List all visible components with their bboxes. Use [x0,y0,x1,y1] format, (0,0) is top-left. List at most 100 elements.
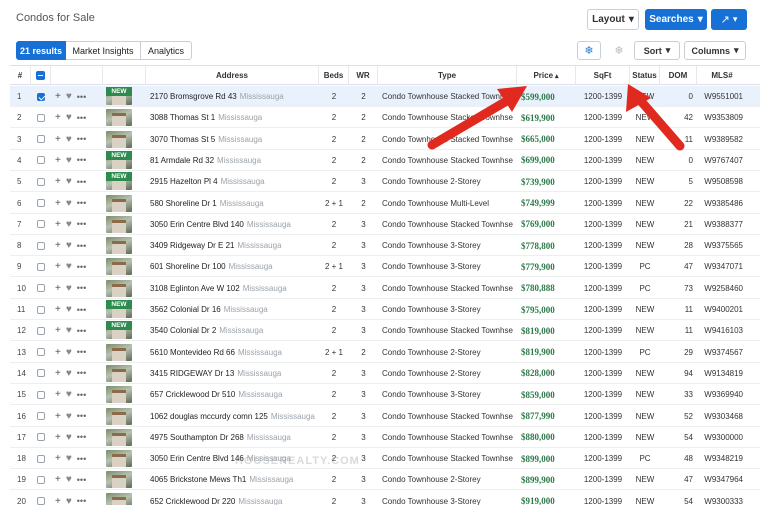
heart-icon[interactable]: ♥ [66,304,72,315]
address-cell[interactable]: 5610 Montevideo Rd 66 Mississauga [150,342,319,363]
table-row[interactable]: 19 + ♥ ••• 4065 Brickstone Mews Th1 Mississau… [10,469,760,491]
address-text[interactable]: 1062 douglas mccurdy comn 125 [150,412,268,421]
mls-cell[interactable]: W9374567 [697,342,747,363]
add-icon[interactable]: + [55,496,61,505]
table-row[interactable]: 12 + ♥ ••• NEW 3540 Colonial Dr 2 Mississauga 2… [10,320,760,342]
row-select-cell[interactable] [31,320,51,341]
address-cell[interactable]: 3409 Ridgeway Dr E 21 Mississauga [150,235,319,256]
col-header-num[interactable]: # [10,66,31,85]
table-row[interactable]: 10 + ♥ ••• 3108 Eglinton Ave W 102 Mississaug… [10,277,760,299]
address-text[interactable]: 2915 Hazelton Pl 4 [150,177,218,186]
add-icon[interactable]: + [55,261,61,272]
address-text[interactable]: 601 Shoreline Dr 100 [150,262,226,271]
more-options-icon[interactable]: ••• [77,432,86,442]
more-options-icon[interactable]: ••• [77,113,86,123]
address-text[interactable]: 3562 Colonial Dr 16 [150,305,221,314]
sort-button[interactable]: Sort ▾ [634,41,680,60]
listing-photo[interactable] [106,215,132,233]
mls-cell[interactable]: W9508598 [697,171,747,192]
add-icon[interactable]: + [55,368,61,379]
add-icon[interactable]: + [55,198,61,209]
col-header-price[interactable]: Price ▴ [517,66,576,85]
heart-icon[interactable]: ♥ [66,325,72,336]
mls-cell[interactable]: W9551001 [697,86,747,107]
mls-cell[interactable]: W9300000 [697,427,747,448]
address-text[interactable]: 580 Shoreline Dr 1 [150,199,217,208]
mls-cell[interactable]: W9300333 [697,491,747,505]
heart-icon[interactable]: ♥ [66,368,72,379]
heart-icon[interactable]: ♥ [66,496,72,505]
mls-cell[interactable]: W9767407 [697,150,747,171]
add-icon[interactable]: + [55,219,61,230]
mls-cell[interactable]: W9303468 [697,406,747,427]
row-checkbox[interactable] [37,135,45,144]
row-checkbox[interactable] [37,348,45,357]
col-header-dom[interactable]: DOM [660,66,697,85]
table-row[interactable]: 9 + ♥ ••• 601 Shoreline Dr 100 Mississauga 2 +… [10,256,760,278]
heart-icon[interactable]: ♥ [66,411,72,422]
mls-cell[interactable]: W9353809 [697,107,747,128]
listing-photo[interactable] [106,130,132,148]
row-select-cell[interactable] [31,406,51,427]
unfreeze-button[interactable]: ❄ [607,41,631,60]
table-row[interactable]: 18 + ♥ ••• 3050 Erin Centre Blvd 146 Mississa… [10,448,760,470]
row-checkbox[interactable] [37,92,45,101]
address-cell[interactable]: 81 Armdale Rd 32 Mississauga [150,150,319,171]
row-checkbox[interactable] [37,305,45,314]
address-cell[interactable]: 1062 douglas mccurdy comn 125 Mississauga [150,406,319,427]
address-cell[interactable]: 2915 Hazelton Pl 4 Mississauga [150,171,319,192]
tab-analytics[interactable]: Analytics [141,41,192,60]
table-row[interactable]: 2 + ♥ ••• 3088 Thomas St 1 Mississauga 2 2 Condo… [10,107,760,129]
heart-icon[interactable]: ♥ [66,432,72,443]
row-checkbox[interactable] [37,412,45,420]
row-checkbox[interactable] [37,326,45,335]
address-text[interactable]: 3540 Colonial Dr 2 [150,326,216,335]
row-select-cell[interactable] [31,171,51,192]
address-cell[interactable]: 2170 Bromsgrove Rd 43 Mississauga [150,86,319,107]
row-checkbox[interactable] [37,390,45,399]
row-checkbox[interactable] [37,475,45,484]
address-cell[interactable]: 3562 Colonial Dr 16 Mississauga [150,299,319,320]
share-button[interactable]: ↗ ▾ [711,9,747,30]
address-text[interactable]: 657 Cricklewood Dr 510 [150,390,235,399]
address-cell[interactable]: 3088 Thomas St 1 Mississauga [150,107,319,128]
add-icon[interactable]: + [55,389,61,400]
add-icon[interactable]: + [55,283,61,294]
row-select-cell[interactable] [31,256,51,277]
listing-photo[interactable] [106,428,132,446]
listing-photo[interactable] [106,386,132,404]
row-select-cell[interactable] [31,235,51,256]
heart-icon[interactable]: ♥ [66,347,72,358]
table-row[interactable]: 6 + ♥ ••• 580 Shoreline Dr 1 Mississauga 2 + 1… [10,192,760,214]
address-text[interactable]: 4975 Southampton Dr 268 [150,433,244,442]
table-row[interactable]: 17 + ♥ ••• 4975 Southampton Dr 268 Mississaug… [10,426,760,448]
row-checkbox[interactable] [37,497,45,505]
table-row[interactable]: 8 + ♥ ••• 3409 Ridgeway Dr E 21 Mississauga 2 3… [10,235,760,257]
more-options-icon[interactable]: ••• [77,326,86,336]
address-cell[interactable]: 3540 Colonial Dr 2 Mississauga [150,320,319,341]
table-row[interactable]: 14 + ♥ ••• 3415 RIDGEWAY Dr 13 Mississauga 2 3 C… [10,362,760,384]
mls-cell[interactable]: W9388377 [697,214,747,235]
row-checkbox[interactable] [37,454,45,463]
row-select-cell[interactable] [31,193,51,214]
row-select-cell[interactable] [31,384,51,405]
address-text[interactable]: 652 Cricklewood Dr 220 [150,497,235,505]
add-icon[interactable]: + [55,112,61,123]
heart-icon[interactable]: ♥ [66,176,72,187]
more-options-icon[interactable]: ••• [77,134,86,144]
col-header-select[interactable] [31,66,51,85]
table-row[interactable]: 1 + ♥ ••• NEW 2170 Bromsgrove Rd 43 Mississaug… [10,86,760,107]
address-cell[interactable]: 652 Cricklewood Dr 220 Mississauga [150,491,319,505]
add-icon[interactable]: + [55,134,61,145]
add-icon[interactable]: + [55,304,61,315]
address-text[interactable]: 3409 Ridgeway Dr E 21 [150,241,235,250]
more-options-icon[interactable]: ••• [77,496,86,505]
row-select-cell[interactable] [31,491,51,505]
mls-cell[interactable]: W9347071 [697,256,747,277]
listing-photo[interactable] [106,109,132,127]
row-checkbox[interactable] [37,220,45,229]
listing-photo[interactable] [106,194,132,212]
col-header-wr[interactable]: WR [349,66,378,85]
add-icon[interactable]: + [55,325,61,336]
listing-photo[interactable] [106,364,132,382]
